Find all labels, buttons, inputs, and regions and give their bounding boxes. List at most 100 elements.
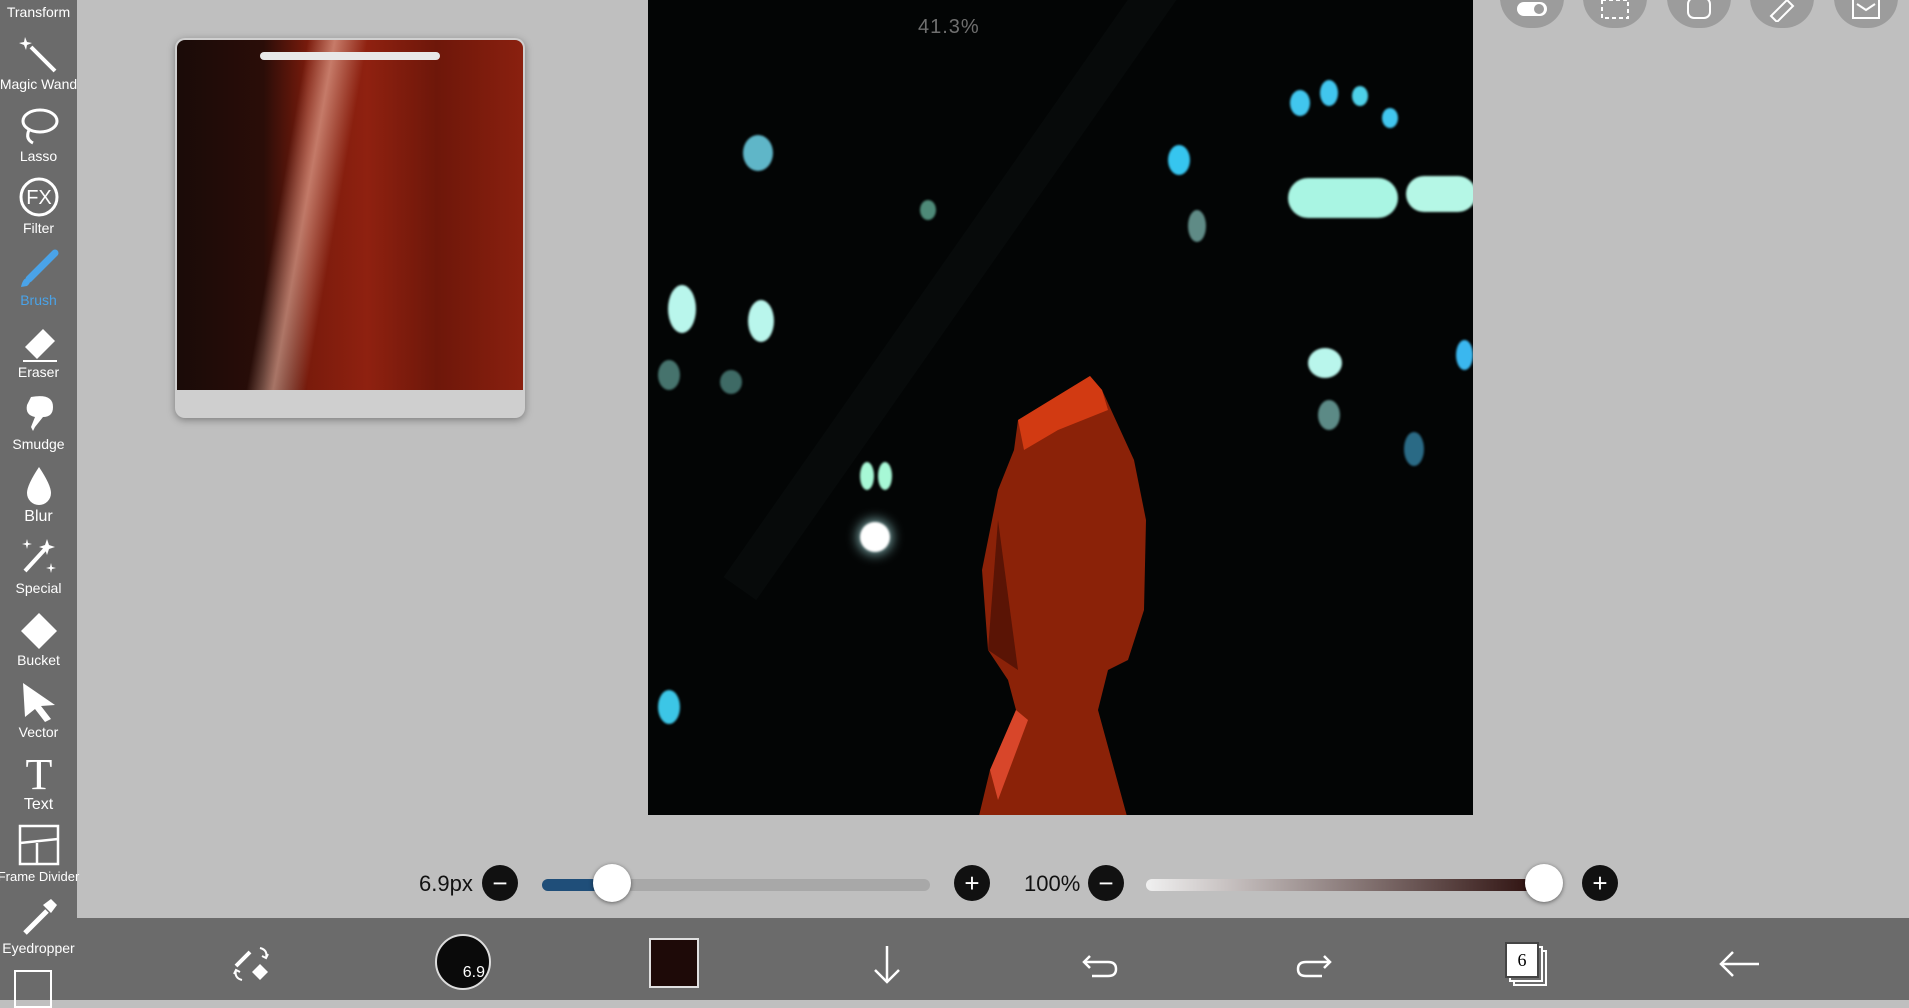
fx-icon: FX xyxy=(19,177,58,217)
reference-window[interactable] xyxy=(175,38,525,418)
layers-icon: 6 xyxy=(1505,942,1549,986)
bokeh-light xyxy=(658,690,680,724)
painted-figure xyxy=(979,376,1146,815)
tool-lasso[interactable]: Lasso xyxy=(0,92,77,164)
bokeh-light xyxy=(1404,432,1424,466)
frame-divider-icon xyxy=(18,824,59,866)
tool-label: Smudge xyxy=(12,436,65,452)
tool-label: Eraser xyxy=(17,364,60,380)
layer-down-button[interactable] xyxy=(859,936,915,992)
brush-size-value: 6.9px xyxy=(419,871,473,896)
bokeh-light xyxy=(720,370,742,394)
magic-wand-icon xyxy=(18,37,56,73)
tool-text[interactable]: T Text xyxy=(0,740,77,813)
tool-label: Special xyxy=(15,580,62,596)
brush-icon xyxy=(20,249,58,287)
undo-button[interactable] xyxy=(1072,936,1128,992)
tool-label: Filter xyxy=(22,220,55,236)
arrow-left-icon xyxy=(1719,951,1759,977)
layers-button[interactable]: 6 xyxy=(1499,936,1555,992)
tool-vector[interactable]: Vector xyxy=(0,668,77,740)
tool-label: Vector xyxy=(18,724,59,740)
brush-preview-circle: 6.9 xyxy=(435,934,491,990)
bokeh-light xyxy=(860,462,874,490)
tool-magic-wand[interactable]: Magic Wand xyxy=(0,20,77,92)
tool-transform[interactable]: Transform xyxy=(0,0,77,20)
back-button[interactable] xyxy=(1711,936,1767,992)
arrow-down-icon xyxy=(874,946,900,984)
material-box-icon xyxy=(1852,0,1880,19)
bottom-toolbar: 6.9 6 xyxy=(77,918,1909,1000)
bokeh-light xyxy=(1320,80,1338,106)
drawing-canvas[interactable]: 41.3% xyxy=(648,0,1473,815)
swap-brush-eraser-button[interactable] xyxy=(224,936,280,992)
color-picker-button[interactable] xyxy=(649,938,699,988)
tool-label: Text xyxy=(23,796,54,813)
tool-label: Magic Wand xyxy=(0,76,78,92)
tool-label: Bucket xyxy=(17,652,60,668)
transform-icon xyxy=(17,0,61,3)
bokeh-light xyxy=(1290,90,1310,116)
brush-preview-size: 6.9 xyxy=(462,964,485,981)
opacity-slider[interactable] xyxy=(1146,864,1563,905)
opacity-decrease-button[interactable]: − xyxy=(1088,865,1124,901)
brush-size-increase-button[interactable]: + xyxy=(954,865,990,901)
tool-special[interactable]: Special xyxy=(0,524,77,596)
bokeh-light xyxy=(1318,400,1340,430)
reference-image xyxy=(177,40,523,390)
tool-blur[interactable]: Blur xyxy=(0,452,77,525)
tool-label: Transform xyxy=(6,4,71,20)
tool-eraser[interactable]: Eraser xyxy=(0,308,77,380)
toggle-icon xyxy=(1517,2,1547,16)
tool-label: Brush xyxy=(20,292,57,308)
bokeh-light xyxy=(1188,210,1206,242)
tool-label: Eyedropper xyxy=(2,940,75,956)
smudge-icon xyxy=(26,396,53,431)
selection-button[interactable] xyxy=(1583,0,1647,28)
tool-label: Blur xyxy=(24,508,53,525)
tool-sidebar: Transform Magic Wand Lasso FX Filter Bru… xyxy=(0,0,79,1008)
opacity-increase-button[interactable]: + xyxy=(1582,865,1618,901)
layers-count: 6 xyxy=(1505,942,1539,978)
current-color-swatch xyxy=(649,938,699,988)
svg-text:FX: FX xyxy=(26,187,52,209)
marquee-select-icon xyxy=(1601,0,1629,19)
svg-text:T: T xyxy=(25,751,52,795)
toggle-button[interactable] xyxy=(1500,0,1564,28)
tool-label: Lasso xyxy=(19,148,58,164)
undo-icon xyxy=(1082,955,1118,978)
slider-knob[interactable] xyxy=(1525,864,1563,902)
ruler-button[interactable] xyxy=(1750,0,1814,28)
redo-button[interactable] xyxy=(1286,936,1342,992)
material-button[interactable] xyxy=(1834,0,1898,28)
shape-button[interactable] xyxy=(1667,0,1731,28)
zoom-level: 41.3% xyxy=(918,16,980,38)
bokeh-light xyxy=(748,300,774,342)
bokeh-light xyxy=(1288,178,1398,218)
slider-knob[interactable] xyxy=(592,864,631,902)
tool-canvas-partial-icon[interactable] xyxy=(14,970,52,1008)
bokeh-light xyxy=(920,200,936,220)
bokeh-light xyxy=(1382,108,1398,128)
bokeh-light xyxy=(1352,86,1368,106)
bokeh-light xyxy=(860,522,890,552)
reference-drag-handle[interactable] xyxy=(260,52,440,60)
tool-bucket[interactable]: Bucket xyxy=(0,596,77,668)
bokeh-light xyxy=(1406,176,1473,212)
tool-filter[interactable]: FX Filter xyxy=(0,164,77,236)
brush-size-preview-button[interactable]: 6.9 xyxy=(433,932,493,992)
tool-smudge[interactable]: Smudge xyxy=(0,380,77,452)
brush-size-decrease-button[interactable]: − xyxy=(482,865,518,901)
bokeh-light xyxy=(1308,348,1342,378)
plus-icon: + xyxy=(964,868,980,898)
eraser-icon xyxy=(22,329,57,362)
text-icon: T xyxy=(25,751,52,795)
brush-size-slider[interactable] xyxy=(542,864,932,905)
swap-tools-icon xyxy=(233,947,269,981)
special-icon xyxy=(21,539,56,573)
tool-brush[interactable]: Brush xyxy=(0,236,77,308)
brush-settings-row: 6.9px − + 100% − + xyxy=(0,864,1909,905)
bucket-icon xyxy=(20,613,57,649)
bokeh-light xyxy=(658,360,680,390)
opacity-value: 100% xyxy=(1024,871,1081,896)
